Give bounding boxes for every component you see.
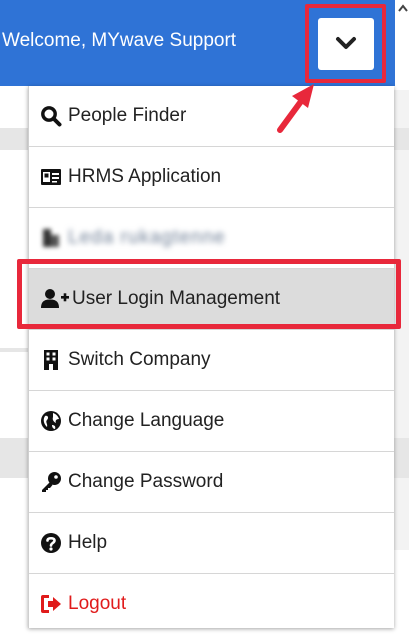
menu-item-logout[interactable]: Logout — [29, 574, 394, 634]
menu-item-switch-company[interactable]: Switch Company — [29, 330, 394, 390]
menu-item-label: Change Language — [68, 410, 225, 431]
menu-item-label: HRMS Application — [68, 166, 222, 187]
menu-item-label: Switch Company — [68, 349, 211, 370]
menu-item-label: Logout — [68, 593, 127, 614]
annotation-arrow-icon — [277, 84, 314, 133]
id-card-icon — [40, 166, 62, 188]
menu-item-help[interactable]: Help — [29, 513, 394, 573]
background-left-strip — [0, 90, 30, 550]
chevron-down-icon — [336, 37, 356, 49]
sign-out-icon — [40, 593, 62, 615]
top-header-bar: Welcome, MYwave Support — [0, 0, 395, 86]
menu-item-label: Change Password — [68, 471, 224, 492]
background-right-strip — [393, 90, 409, 550]
menu-item-label: Leda rukagtenne — [68, 227, 226, 248]
welcome-text: Welcome, MYwave Support — [2, 30, 237, 51]
background-row — [0, 348, 30, 352]
annotation-toggle-frame — [305, 4, 386, 83]
menu-item-hrms-application[interactable]: HRMS Application — [29, 147, 394, 207]
search-icon — [40, 105, 62, 127]
caret-up-icon — [398, 4, 408, 12]
background-row — [393, 438, 409, 478]
menu-item-label: Help — [68, 532, 108, 553]
key-icon — [40, 471, 62, 493]
menu-item-change-language[interactable]: Change Language — [29, 391, 394, 451]
building-icon — [40, 227, 62, 249]
building-icon — [40, 349, 62, 371]
menu-item-user-login-management[interactable]: User Login Management — [29, 269, 394, 329]
globe-icon — [40, 410, 62, 432]
menu-item-label: People Finder — [68, 105, 187, 126]
user-menu-toggle-button[interactable] — [318, 18, 374, 70]
menu-item-label: User Login Management — [72, 288, 281, 309]
menu-item-change-password[interactable]: Change Password — [29, 452, 394, 512]
menu-item-people-finder[interactable]: People Finder — [29, 86, 394, 146]
background-row — [0, 438, 30, 478]
question-circle-icon — [40, 532, 62, 554]
background-row — [393, 128, 409, 150]
background-row — [0, 128, 30, 150]
user-dropdown-menu: People Finder HRMS Application Leda ruka… — [28, 86, 394, 628]
user-plus-icon — [40, 288, 70, 310]
menu-item-redacted[interactable]: Leda rukagtenne — [29, 208, 394, 268]
